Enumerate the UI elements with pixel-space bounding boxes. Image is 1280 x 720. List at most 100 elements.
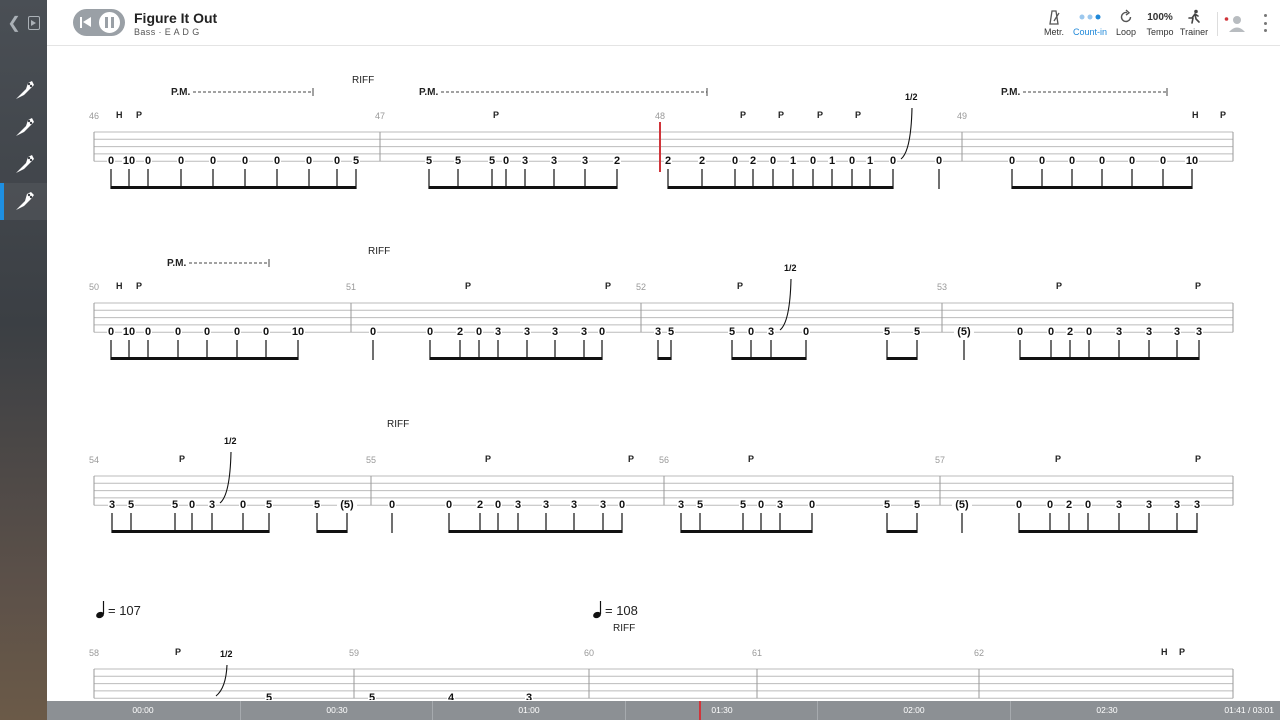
hammer-pull-label: H <box>1161 647 1168 657</box>
note-beam <box>525 186 554 189</box>
rewind-icon[interactable] <box>80 17 92 28</box>
note-beam <box>277 186 309 189</box>
instrument-track-3[interactable] <box>0 146 47 183</box>
note-beam <box>129 186 148 189</box>
measure-number: 51 <box>346 282 356 292</box>
instrument-track-bass[interactable] <box>0 183 47 220</box>
instrument-track-1[interactable] <box>0 72 47 109</box>
fret-number: 10 <box>1186 155 1198 167</box>
metronome-button[interactable]: Metr. <box>1037 0 1071 46</box>
fret-number: 5 <box>426 155 432 167</box>
fret-number: 3 <box>1116 326 1122 338</box>
note-beam <box>887 530 917 533</box>
note-beam <box>480 530 498 533</box>
timeline-label: 02:30 <box>1096 705 1118 715</box>
metronome-label: Metr. <box>1043 27 1064 37</box>
fret-number: 0 <box>1047 499 1053 511</box>
fret-number: 5 <box>729 326 735 338</box>
loop-button[interactable]: Loop <box>1109 0 1143 46</box>
measure-number: 61 <box>752 648 762 658</box>
fret-number: 3 <box>522 155 528 167</box>
hammer-pull-label: P <box>1179 647 1185 657</box>
note-beam <box>212 530 243 533</box>
fret-number: 0 <box>334 155 340 167</box>
instrument-track-2[interactable] <box>0 109 47 146</box>
fret-number: 3 <box>543 499 549 511</box>
playback-timeline[interactable]: 00:00 00:30 01:00 01:30 02:00 02:30 01:4… <box>47 701 1280 720</box>
timeline-playhead[interactable] <box>699 701 701 720</box>
note-beam <box>131 530 175 533</box>
fret-number: 0 <box>306 155 312 167</box>
hammer-pull-label: P <box>778 110 784 120</box>
app-window: ❮ Figure It Out Bass · E A D G Metr. Cou… <box>0 0 1280 720</box>
collapse-sidebar-icon[interactable]: ❮ <box>7 13 20 33</box>
note-beam <box>832 186 852 189</box>
more-menu-icon[interactable] <box>1264 14 1268 32</box>
fret-number: 0 <box>1048 326 1054 338</box>
riff-label: RIFF <box>368 246 390 257</box>
tab-notation: 46 47 48 490 10 0 0 0 0 0 0 0 5 5 5 5 0 3 3 3 2 2 2 0 2 0 1 0 1 0 1 0 0 0… <box>89 75 1234 700</box>
fret-number: 2 <box>699 155 705 167</box>
note-beam <box>458 186 492 189</box>
fret-number: 0 <box>1039 155 1045 167</box>
note-beam <box>148 186 181 189</box>
expand-panel-icon[interactable] <box>27 15 40 30</box>
measure-number: 59 <box>349 648 359 658</box>
fret-number: 5 <box>314 499 320 511</box>
note-beam <box>658 357 671 360</box>
metronome-icon <box>1046 9 1062 25</box>
note-beam <box>129 357 148 360</box>
measure-number: 53 <box>937 282 947 292</box>
note-beam <box>430 357 460 360</box>
note-beam <box>213 186 245 189</box>
hammer-pull-label: P <box>465 281 471 291</box>
note-beam <box>1050 530 1069 533</box>
count-in-button[interactable]: Count-in <box>1071 0 1109 46</box>
hammer-pull-label: P <box>740 110 746 120</box>
hammer-pull-label: P <box>748 454 754 464</box>
toolbar-divider <box>1217 12 1218 36</box>
fret-number: 5 <box>668 326 674 338</box>
palm-mute-label: P.M. <box>1001 87 1020 98</box>
trainer-button[interactable]: Trainer <box>1177 0 1211 46</box>
fret-number: 2 <box>1067 326 1073 338</box>
fret-number: 3 <box>515 499 521 511</box>
pause-icon[interactable] <box>97 10 122 35</box>
playback-controls <box>73 9 125 36</box>
fret-number: 5 <box>266 692 272 700</box>
fret-number: 1 <box>829 155 835 167</box>
note-beam <box>852 186 870 189</box>
note-beam <box>700 530 743 533</box>
fret-number: 5 <box>369 692 375 700</box>
note-beam <box>681 530 700 533</box>
guitar-headstock-icon <box>15 154 34 173</box>
fret-number: 5 <box>914 499 920 511</box>
bend-label: 1/2 <box>220 649 233 659</box>
fret-number: 0 <box>370 326 376 338</box>
fret-number: 2 <box>614 155 620 167</box>
note-beam <box>175 530 192 533</box>
fret-number: 0 <box>599 326 605 338</box>
note-beam <box>603 530 622 533</box>
measure-number: 54 <box>89 455 99 465</box>
song-subtitle: Bass · E A D G <box>134 27 200 37</box>
measure-number: 46 <box>89 111 99 121</box>
user-avatar[interactable] <box>1224 10 1246 36</box>
note-beam <box>207 357 237 360</box>
fret-number: 5 <box>353 155 359 167</box>
fret-number: 10 <box>292 326 304 338</box>
note-beam <box>1149 357 1177 360</box>
fret-number: 3 <box>571 499 577 511</box>
fret-number: 0 <box>1160 155 1166 167</box>
fret-number: 0 <box>274 155 280 167</box>
tempo-button[interactable]: 100% Tempo <box>1143 0 1177 46</box>
note-beam <box>773 186 793 189</box>
fret-number: 0 <box>758 499 764 511</box>
note-beam <box>1072 186 1102 189</box>
fret-number: 3 <box>1116 499 1122 511</box>
fret-number: 0 <box>732 155 738 167</box>
fret-number: 0 <box>1016 499 1022 511</box>
hammer-pull-label: P <box>855 110 861 120</box>
fret-number: 1 <box>867 155 873 167</box>
bend-arrow <box>219 451 232 504</box>
